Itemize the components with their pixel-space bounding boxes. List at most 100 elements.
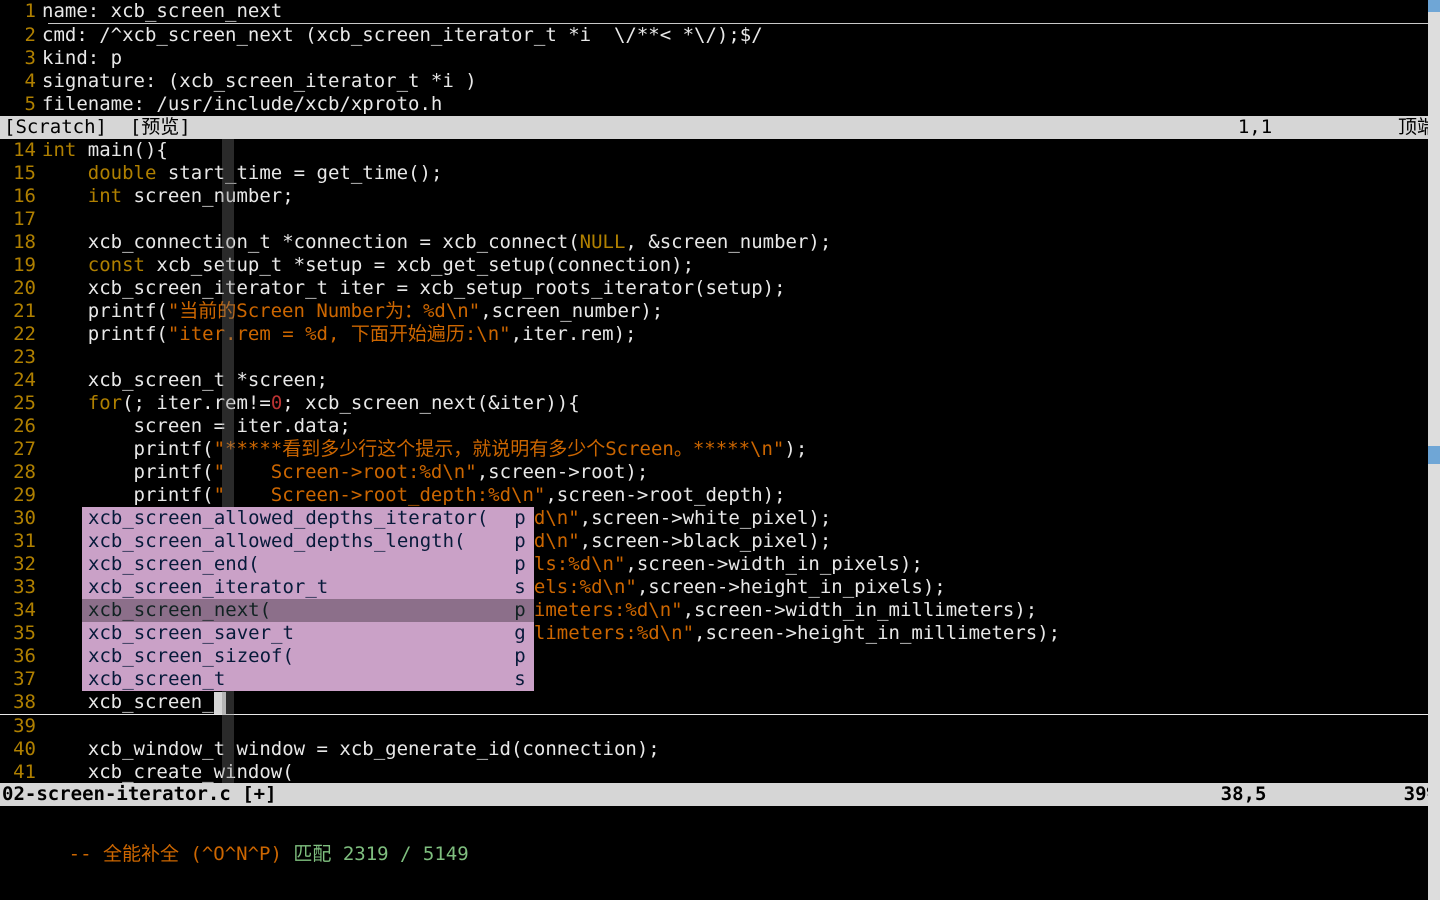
line-number: 17 <box>0 208 42 231</box>
completion-label: xcb_screen_allowed_depths_iterator( <box>88 507 512 530</box>
code-line: 25 for(; iter.rem!=0; xcb_screen_next(&i… <box>0 392 1440 415</box>
code-line: 29 printf(" Screen->root_depth:%d\n",scr… <box>0 484 1440 507</box>
line-number: 20 <box>0 277 42 300</box>
line-number: 5 <box>0 93 42 116</box>
scrollbar-thumb-preview[interactable] <box>1428 0 1440 12</box>
line-number: 15 <box>0 162 42 185</box>
code-text: screen = iter.data; <box>42 415 351 438</box>
code-text: xcb_screen_ <box>42 691 226 714</box>
code-text: printf("iter.rem = %d, 下面开始遍历:\n",iter.r… <box>42 323 636 346</box>
completion-item[interactable]: xcb_screen_next(p <box>82 599 534 622</box>
preview-status-left: [Scratch] [预览] <box>4 116 191 139</box>
line-number: 16 <box>0 185 42 208</box>
line-number: 4 <box>0 70 42 93</box>
preview-code: signature: (xcb_screen_iterator_t *i ) <box>42 70 477 93</box>
line-number: 28 <box>0 461 42 484</box>
completion-kind: p <box>512 599 528 622</box>
completion-item[interactable]: xcb_screen_sizeof(p <box>82 645 534 668</box>
preview-line: 4signature: (xcb_screen_iterator_t *i ) <box>0 70 1440 93</box>
code-text: printf("当前的Screen Number为：%d\n",screen_n… <box>42 300 663 323</box>
completion-item[interactable]: xcb_screen_allowed_depths_iterator(p <box>82 507 534 530</box>
code-text: int main(){ <box>42 139 168 162</box>
completion-label: xcb_screen_end( <box>88 553 512 576</box>
line-number: 29 <box>0 484 42 507</box>
completion-label: xcb_screen_iterator_t <box>88 576 512 599</box>
code-text: xcb_screen_t *screen; <box>42 369 328 392</box>
code-line: 27 printf("*****看到多少行这个提示，就说明有多少个Screen。… <box>0 438 1440 461</box>
completion-kind: p <box>512 553 528 576</box>
code-line: 26 screen = iter.data; <box>0 415 1440 438</box>
completion-kind: p <box>512 507 528 530</box>
completion-kind: g <box>512 622 528 645</box>
code-line: 16 int screen_number; <box>0 185 1440 208</box>
scrollbar-thumb-main[interactable] <box>1428 446 1440 464</box>
completion-label: xcb_screen_t <box>88 668 512 691</box>
match-index: 2319 <box>343 843 389 865</box>
code-text: printf(" Screen->root:%d\n",screen->root… <box>42 461 648 484</box>
completion-label: xcb_screen_saver_t <box>88 622 512 645</box>
code-text: printf("*****看到多少行这个提示，就说明有多少个Screen。***… <box>42 438 807 461</box>
code-line: 20 xcb_screen_iterator_t iter = xcb_setu… <box>0 277 1440 300</box>
line-number: 2 <box>0 24 42 47</box>
code-line: 39 <box>0 715 1440 738</box>
line-number: 37 <box>0 668 42 691</box>
line-number: 23 <box>0 346 42 369</box>
completion-kind: s <box>512 576 528 599</box>
code-line: 38 xcb_screen_ <box>0 691 1440 715</box>
code-text: const xcb_setup_t *setup = xcb_get_setup… <box>42 254 694 277</box>
match-total: 5149 <box>423 843 469 865</box>
line-number: 36 <box>0 645 42 668</box>
code-line: 14int main(){ <box>0 139 1440 162</box>
code-line: 24 xcb_screen_t *screen; <box>0 369 1440 392</box>
code-text: int screen_number; <box>42 185 294 208</box>
code-text: printf(" Screen->root_depth:%d\n",screen… <box>42 484 786 507</box>
code-text: for(; iter.rem!=0; xcb_screen_next(&iter… <box>42 392 580 415</box>
code-text: xcb_window_t window = xcb_generate_id(co… <box>42 738 660 761</box>
completion-item[interactable]: xcb_screen_iterator_ts <box>82 576 534 599</box>
line-number: 32 <box>0 553 42 576</box>
editor-root: 1name: xcb_screen_next2cmd: /^xcb_screen… <box>0 0 1440 900</box>
completion-kind: p <box>512 645 528 668</box>
code-line: 15 double start_time = get_time(); <box>0 162 1440 185</box>
line-number: 35 <box>0 622 42 645</box>
preview-line: 1name: xcb_screen_next <box>0 0 1440 23</box>
code-line: 28 printf(" Screen->root:%d\n",screen->r… <box>0 461 1440 484</box>
completion-item[interactable]: xcb_screen_end(p <box>82 553 534 576</box>
line-number: 3 <box>0 47 42 70</box>
completion-item[interactable]: xcb_screen_saver_tg <box>82 622 534 645</box>
vertical-scrollbar[interactable] <box>1428 0 1440 900</box>
preview-statusline: [Scratch] [预览] 1,1 顶端 <box>0 116 1440 139</box>
code-line: 19 const xcb_setup_t *setup = xcb_get_se… <box>0 254 1440 277</box>
completion-item[interactable]: xcb_screen_allowed_depths_length(p <box>82 530 534 553</box>
completion-item[interactable]: xcb_screen_ts <box>82 668 534 691</box>
line-number: 31 <box>0 530 42 553</box>
ins-completion-mode: -- 全能补全 (^O^N^P) <box>69 843 294 865</box>
line-number: 41 <box>0 761 42 784</box>
line-number: 25 <box>0 392 42 415</box>
line-number: 30 <box>0 507 42 530</box>
code-text: xcb_create_window( <box>42 761 294 784</box>
line-number: 40 <box>0 738 42 761</box>
completion-label: xcb_screen_next( <box>88 599 512 622</box>
preview-code: name: xcb_screen_next <box>42 0 282 23</box>
code-line: 17 <box>0 208 1440 231</box>
code-line: 22 printf("iter.rem = %d, 下面开始遍历:\n",ite… <box>0 323 1440 346</box>
buffer-name: 02-screen-iterator.c [+] <box>2 783 277 806</box>
line-number: 22 <box>0 323 42 346</box>
completion-popup[interactable]: xcb_screen_allowed_depths_iterator(pxcb_… <box>82 507 534 691</box>
line-number: 27 <box>0 438 42 461</box>
line-number: 19 <box>0 254 42 277</box>
line-number: 26 <box>0 415 42 438</box>
line-number: 18 <box>0 231 42 254</box>
line-number: 1 <box>0 0 42 23</box>
code-text: xcb_screen_iterator_t iter = xcb_setup_r… <box>42 277 786 300</box>
line-number: 14 <box>0 139 42 162</box>
preview-line: 3kind: p <box>0 47 1440 70</box>
main-code-window[interactable]: 14int main(){15 double start_time = get_… <box>0 139 1440 783</box>
line-number: 39 <box>0 715 42 738</box>
line-number: 24 <box>0 369 42 392</box>
preview-code: kind: p <box>42 47 122 70</box>
main-statusline: 02-screen-iterator.c [+] 38,5 39% <box>0 783 1440 806</box>
line-number: 38 <box>0 691 42 714</box>
completion-kind: s <box>512 668 528 691</box>
